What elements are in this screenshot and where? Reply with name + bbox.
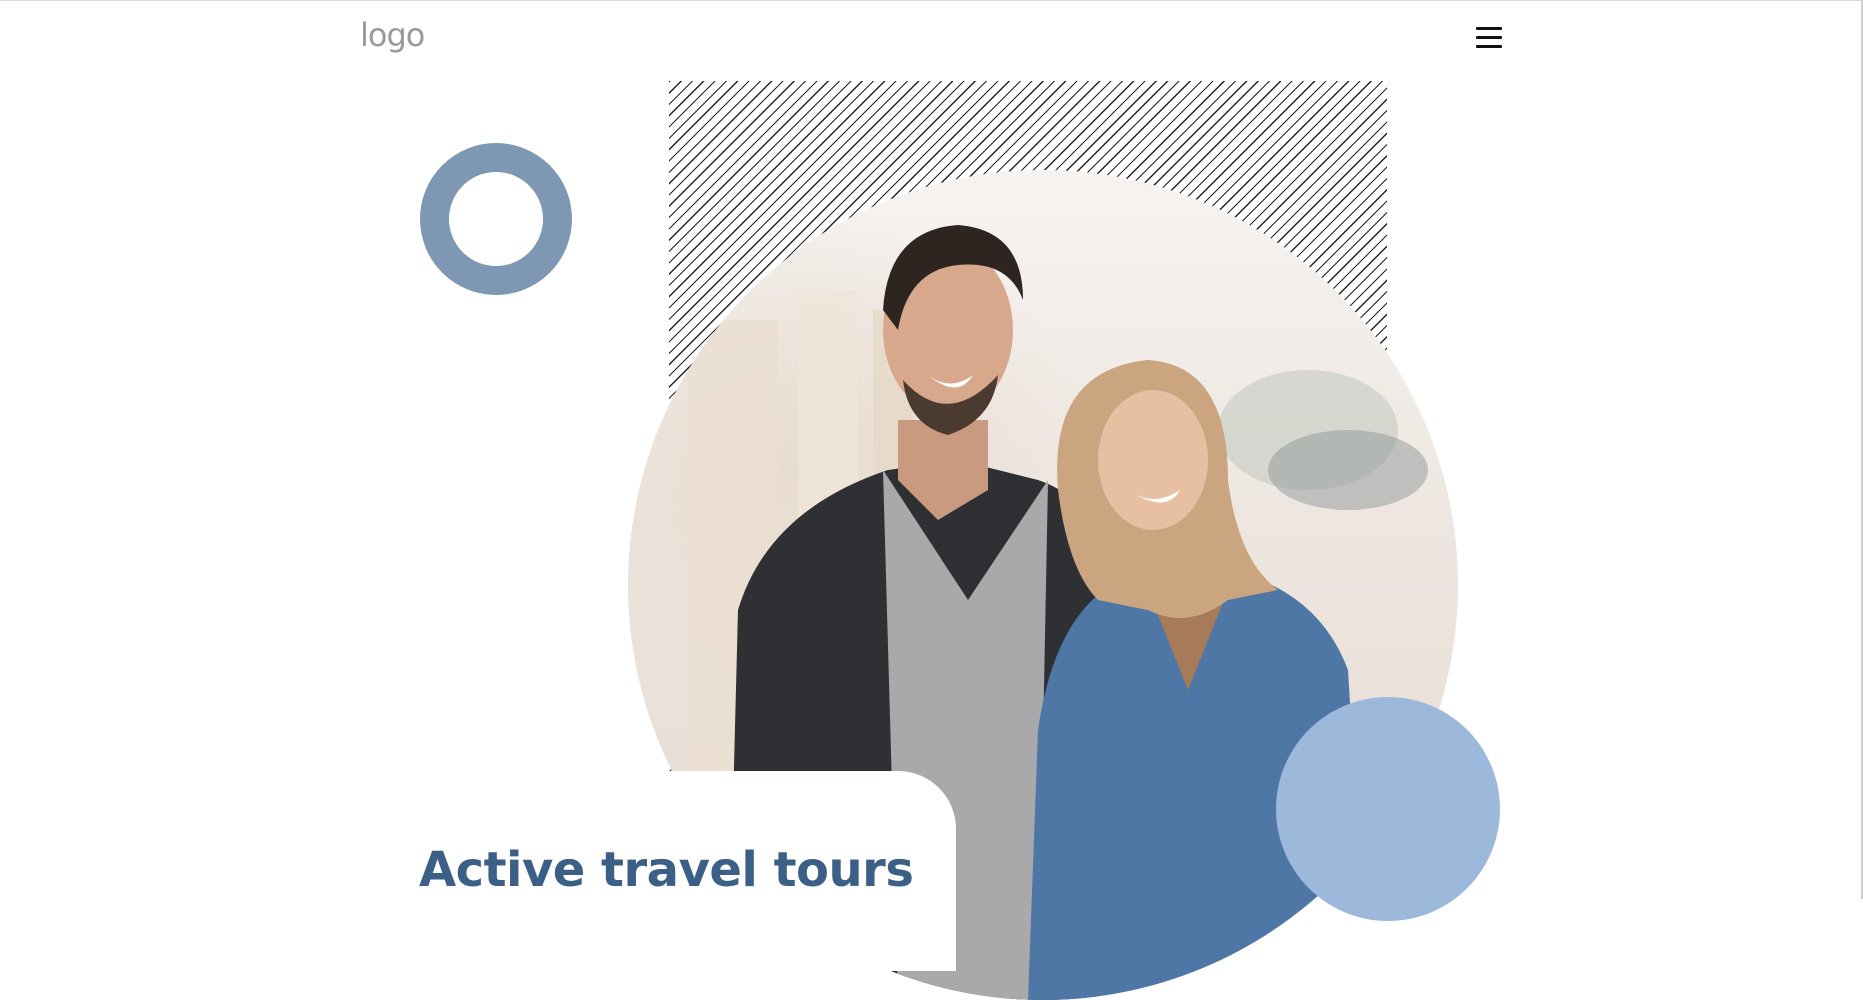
decorative-ring-circle — [420, 143, 572, 295]
hamburger-menu-icon[interactable] — [1476, 26, 1502, 50]
site-logo[interactable]: logo — [360, 16, 425, 54]
hamburger-line — [1476, 45, 1502, 48]
hero-heading: Active travel tours — [419, 842, 914, 898]
hamburger-line — [1476, 36, 1502, 39]
hamburger-line — [1476, 27, 1502, 30]
decorative-blue-circle — [1276, 697, 1500, 921]
